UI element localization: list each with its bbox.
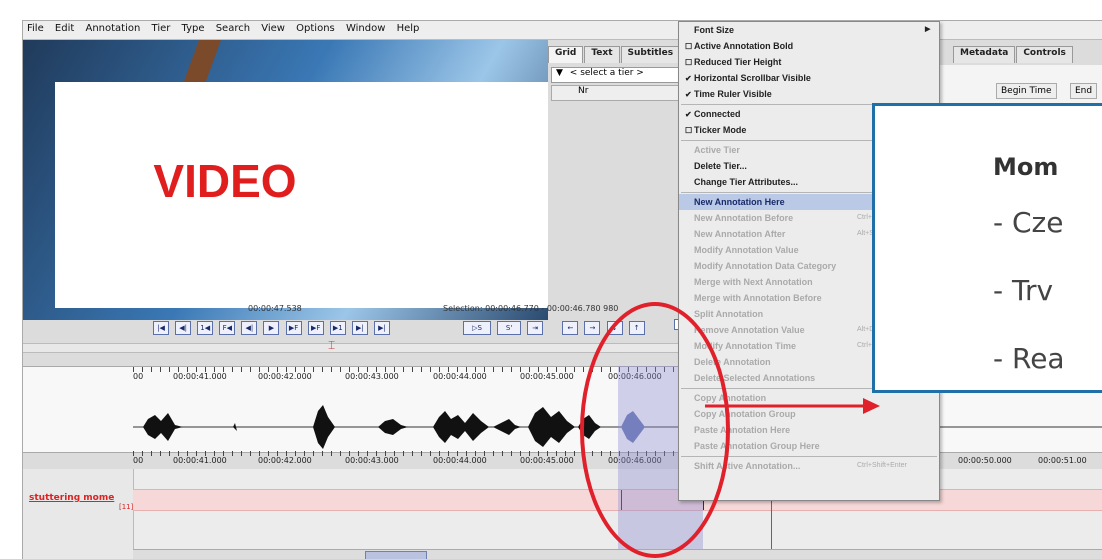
checkbox-icon: ☐ xyxy=(685,42,693,51)
ruler-label: 00:00:43.000 xyxy=(345,456,399,465)
arrow-right-icon xyxy=(705,398,880,414)
menu-type[interactable]: Type xyxy=(178,21,209,36)
ruler-label: 00:00:51.00 xyxy=(1038,456,1087,465)
menu-edit[interactable]: Edit xyxy=(51,21,78,36)
tab-text[interactable]: Text xyxy=(584,46,620,63)
menu-view[interactable]: View xyxy=(257,21,289,36)
ruler-label: 00 xyxy=(133,456,144,465)
tab-metadata[interactable]: Metadata xyxy=(953,46,1016,63)
tier-name[interactable]: stuttering mome xyxy=(29,493,114,503)
column-end[interactable]: End xyxy=(1070,83,1098,99)
tab-controls[interactable]: Controls xyxy=(1016,46,1073,63)
menu-bar: File Edit Annotation Tier Type Search Vi… xyxy=(23,21,1102,40)
tier-count: [11] xyxy=(119,503,134,511)
ruler-label: 00:00:45.000 xyxy=(520,456,574,465)
play-button[interactable]: ▶ xyxy=(263,321,280,335)
menu-tier[interactable]: Tier xyxy=(148,21,175,36)
video-label: VIDEO xyxy=(153,155,297,207)
menu-item-time-ruler-visible[interactable]: ✔ Time Ruler Visible xyxy=(679,86,939,102)
viewer-tabs: Grid Text Subtitles xyxy=(548,46,681,63)
menu-help[interactable]: Help xyxy=(393,21,424,36)
menu-item-active-annotation-bold[interactable]: ☐ Active Annotation Bold xyxy=(679,38,939,54)
checkmark-icon: ✔ xyxy=(685,110,692,119)
grid-header: Nr xyxy=(551,85,683,101)
ruler-label: 00:00:44.000 xyxy=(433,456,487,465)
callout-title: Mom xyxy=(993,153,1059,181)
menu-annotation[interactable]: Annotation xyxy=(81,21,144,36)
ruler-label: 00:00:50.000 xyxy=(958,456,1012,465)
step-back-button[interactable]: F◀ xyxy=(219,321,236,335)
callout-line: - Cze xyxy=(993,206,1064,239)
callout-line: - Trv xyxy=(993,274,1054,307)
slider-handle-icon[interactable]: ⌶ xyxy=(328,338,335,353)
arrow-right-button[interactable]: → xyxy=(584,321,601,335)
highlight-ellipse xyxy=(580,302,730,558)
next-second-button[interactable]: ▶1 xyxy=(329,321,346,335)
play-selection-button[interactable]: ▷S xyxy=(463,321,491,335)
tier-label-column: stuttering mome [11] xyxy=(23,469,134,559)
menu-item-reduced-tier-height[interactable]: ☐ Reduced Tier Height xyxy=(679,54,939,70)
playback-controls: |◀ ◀| 1◀ F◀ ◀| ▶ ▶F ▶F ▶1 ▶| ▶| xyxy=(153,315,391,335)
menu-item-horizontal-scrollbar-visible[interactable]: ✔ Horizontal Scrollbar Visible xyxy=(679,70,939,86)
menu-search[interactable]: Search xyxy=(212,21,254,36)
grid-header-nr: Nr xyxy=(578,86,589,96)
checkmark-icon: ✔ xyxy=(685,90,692,99)
current-time: 00:00:47.538 xyxy=(248,304,302,313)
checkmark-icon: ✔ xyxy=(685,74,692,83)
next-pixel-button[interactable]: ▶| xyxy=(351,321,368,335)
go-to-end-button[interactable]: ▶| xyxy=(373,321,390,335)
selection-readout: Selection: 00:00:46.770 - 00:00:46.780 9… xyxy=(443,304,619,313)
menu-options[interactable]: Options xyxy=(292,21,339,36)
viewer-tabs-right: Metadata Controls xyxy=(953,46,1074,63)
previous-frame-button[interactable]: ◀| xyxy=(175,321,192,335)
chevron-right-icon: ▶ xyxy=(925,26,931,33)
menu-file[interactable]: File xyxy=(23,21,48,36)
previous-second-button[interactable]: 1◀ xyxy=(197,321,214,335)
menu-item-font-size[interactable]: Font Size ▶ xyxy=(679,22,939,38)
go-to-begin-button[interactable]: |◀ xyxy=(153,321,169,335)
checkbox-icon: ☐ xyxy=(685,126,693,135)
step-forward-button[interactable]: ▶F xyxy=(307,321,324,335)
menu-window[interactable]: Window xyxy=(342,21,389,36)
tab-subtitles[interactable]: Subtitles xyxy=(620,46,681,63)
chevron-down-icon: ▼ xyxy=(556,68,563,78)
tab-grid[interactable]: Grid xyxy=(548,46,584,63)
arrow-left-button[interactable]: ← xyxy=(562,321,579,335)
video-placeholder: VIDEO xyxy=(55,82,548,308)
rewind-button[interactable]: ◀| xyxy=(241,321,258,335)
clear-selection-button[interactable]: ⇥ xyxy=(527,321,544,335)
column-begin-time[interactable]: Begin Time xyxy=(996,83,1057,99)
ruler-label: 00:00:42.000 xyxy=(258,456,312,465)
annotation-tier-area[interactable] xyxy=(23,469,1102,559)
callout-line: - Rea xyxy=(993,342,1065,375)
checkbox-icon: ☐ xyxy=(685,58,693,67)
tier-select[interactable]: ▼ < select a tier > xyxy=(551,67,683,83)
tier-select-value: < select a tier > xyxy=(569,68,644,78)
ruler-label: 00:00:41.000 xyxy=(173,456,227,465)
selection-mode-button[interactable]: S' xyxy=(497,321,522,335)
next-frame-button[interactable]: ▶F xyxy=(285,321,302,335)
callout-box: Mom - Cze - Trv - Rea xyxy=(872,103,1102,393)
video-player[interactable]: VIDEO xyxy=(23,40,548,320)
